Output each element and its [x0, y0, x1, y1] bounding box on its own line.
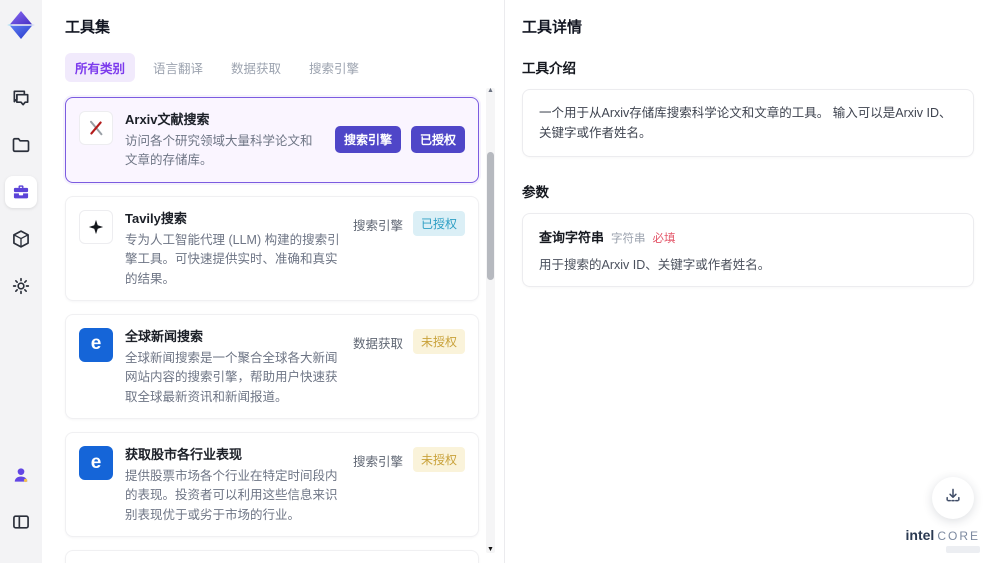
auth-status-badge: 未授权 — [412, 447, 465, 472]
tab-all-categories[interactable]: 所有类别 — [65, 53, 136, 82]
tool-desc: 全球新闻搜索是一个聚合全球各大新闻网站内容的搜索引擎，帮助用户快速获取全球最新资… — [125, 350, 338, 404]
auth-status-badge: 已授权 — [412, 210, 465, 236]
user-avatar-icon — [11, 465, 31, 485]
sidebar-item-chat[interactable] — [5, 82, 37, 114]
auth-status-chip: 已授权 — [410, 126, 465, 154]
sidebar-item-toolbox[interactable] — [5, 176, 37, 208]
category-tabs: 所有类别 语言翻译 数据获取 搜索引擎 — [65, 53, 504, 82]
news-logo-icon: e — [79, 327, 113, 362]
app-logo-icon — [4, 8, 38, 42]
tool-category-chip: 搜索引擎 — [334, 126, 401, 154]
tool-desc: 访问各个研究领域大量科学论文和文章的存储库。 — [125, 134, 313, 168]
tab-translation[interactable]: 语言翻译 — [143, 53, 213, 82]
intro-heading: 工具介绍 — [522, 61, 576, 76]
tool-list-panel: 工具集 所有类别 语言翻译 数据获取 搜索引擎 Arxiv文献搜索 访问各个研究… — [42, 0, 505, 563]
tab-search-engine[interactable]: 搜索引擎 — [299, 53, 369, 82]
tool-card-most-active-stocks[interactable]: e 获取市场最活跃股票信息 提供当天交易量最高的股票列表。投资者可以利用这些信息… — [65, 550, 479, 563]
tool-category-label: 搜索引擎 — [352, 455, 403, 469]
arxiv-logo-icon — [79, 111, 113, 145]
tool-card-list: Arxiv文献搜索 访问各个研究领域大量科学论文和文章的存储库。 搜索引擎 已授… — [65, 97, 479, 563]
tool-desc: 专为人工智能代理 (LLM) 构建的搜索引擎工具。可快速提供实时、准确和真实的结… — [125, 232, 340, 286]
param-required-flag: 必填 — [652, 233, 676, 245]
panel-toggle-icon — [11, 512, 31, 532]
tool-intro-text: 一个用于从Arxiv存储库搜索科学论文和文章的工具。 输入可以是Arxiv ID… — [522, 89, 974, 157]
tool-card-arxiv[interactable]: Arxiv文献搜索 访问各个研究领域大量科学论文和文章的存储库。 搜索引擎 已授… — [65, 97, 479, 183]
app-window: 工具集 所有类别 语言翻译 数据获取 搜索引擎 Arxiv文献搜索 访问各个研究… — [0, 0, 1000, 563]
scrollbar-thumb[interactable] — [487, 152, 494, 280]
tool-name: 全球新闻搜索 — [125, 328, 204, 344]
sidebar-item-models[interactable] — [5, 223, 37, 255]
tool-details-panel: 工具详情 工具介绍 一个用于从Arxiv存储库搜索科学论文和文章的工具。 输入可… — [505, 0, 1000, 563]
list-scrollbar[interactable]: ▲ ▼ — [486, 87, 495, 554]
tool-card-global-news[interactable]: e 全球新闻搜索 全球新闻搜索是一个聚合全球各大新闻网站内容的搜索引擎，帮助用户… — [65, 313, 479, 419]
tool-name: 获取股市各行业表现 — [125, 447, 243, 462]
tool-name: Tavily搜索 — [125, 210, 187, 226]
intel-core-logo: intel CORE — [905, 526, 980, 553]
core-wordmark: CORE — [937, 528, 980, 543]
download-icon — [943, 486, 963, 511]
auth-status-badge: 未授权 — [412, 328, 465, 354]
chat-icon — [11, 88, 31, 108]
tool-card-sector-performance[interactable]: e 获取股市各行业表现 提供股票市场各个行业在特定时间段内的表现。投资者可以利用… — [65, 432, 479, 538]
tool-category-label: 数据获取 — [352, 336, 403, 351]
left-rail — [0, 0, 42, 563]
tool-category-label: 搜索引擎 — [352, 218, 403, 233]
sidebar-item-profile[interactable] — [5, 459, 37, 491]
folder-icon — [11, 135, 31, 155]
parameter-card: 查询字符串 字符串 必填 用于搜索的Arxiv ID、关键字或作者姓名。 — [522, 213, 974, 287]
scroll-down-icon[interactable]: ▼ — [486, 546, 495, 554]
sidebar-item-collapse[interactable] — [5, 506, 37, 538]
tab-data-fetch[interactable]: 数据获取 — [221, 53, 291, 82]
tool-card-tavily[interactable]: Tavily搜索 专为人工智能代理 (LLM) 构建的搜索引擎工具。可快速提供实… — [65, 195, 479, 301]
tool-desc: 提供股票市场各个行业在特定时间段内的表现。投资者可以利用这些信息来识别表现优于或… — [125, 469, 338, 522]
details-title: 工具详情 — [522, 19, 583, 36]
ultra-badge — [946, 546, 980, 553]
params-heading: 参数 — [522, 185, 549, 200]
param-name: 查询字符串 — [539, 230, 605, 245]
sidebar-item-settings[interactable] — [5, 270, 37, 302]
scroll-up-icon[interactable]: ▲ — [486, 87, 495, 95]
stocks-logo-icon: e — [79, 446, 113, 480]
download-button[interactable] — [932, 477, 974, 519]
cube-icon — [11, 229, 31, 249]
briefcase-icon — [11, 182, 31, 202]
param-desc: 用于搜索的Arxiv ID、关键字或作者姓名。 — [539, 258, 771, 272]
tool-name: Arxiv文献搜索 — [125, 112, 210, 127]
intel-wordmark: intel — [905, 526, 935, 543]
param-type: 字符串 — [611, 233, 646, 245]
sidebar-item-files[interactable] — [5, 129, 37, 161]
gear-icon — [11, 276, 31, 296]
page-title: 工具集 — [65, 19, 111, 36]
sparkle-icon — [79, 209, 113, 244]
